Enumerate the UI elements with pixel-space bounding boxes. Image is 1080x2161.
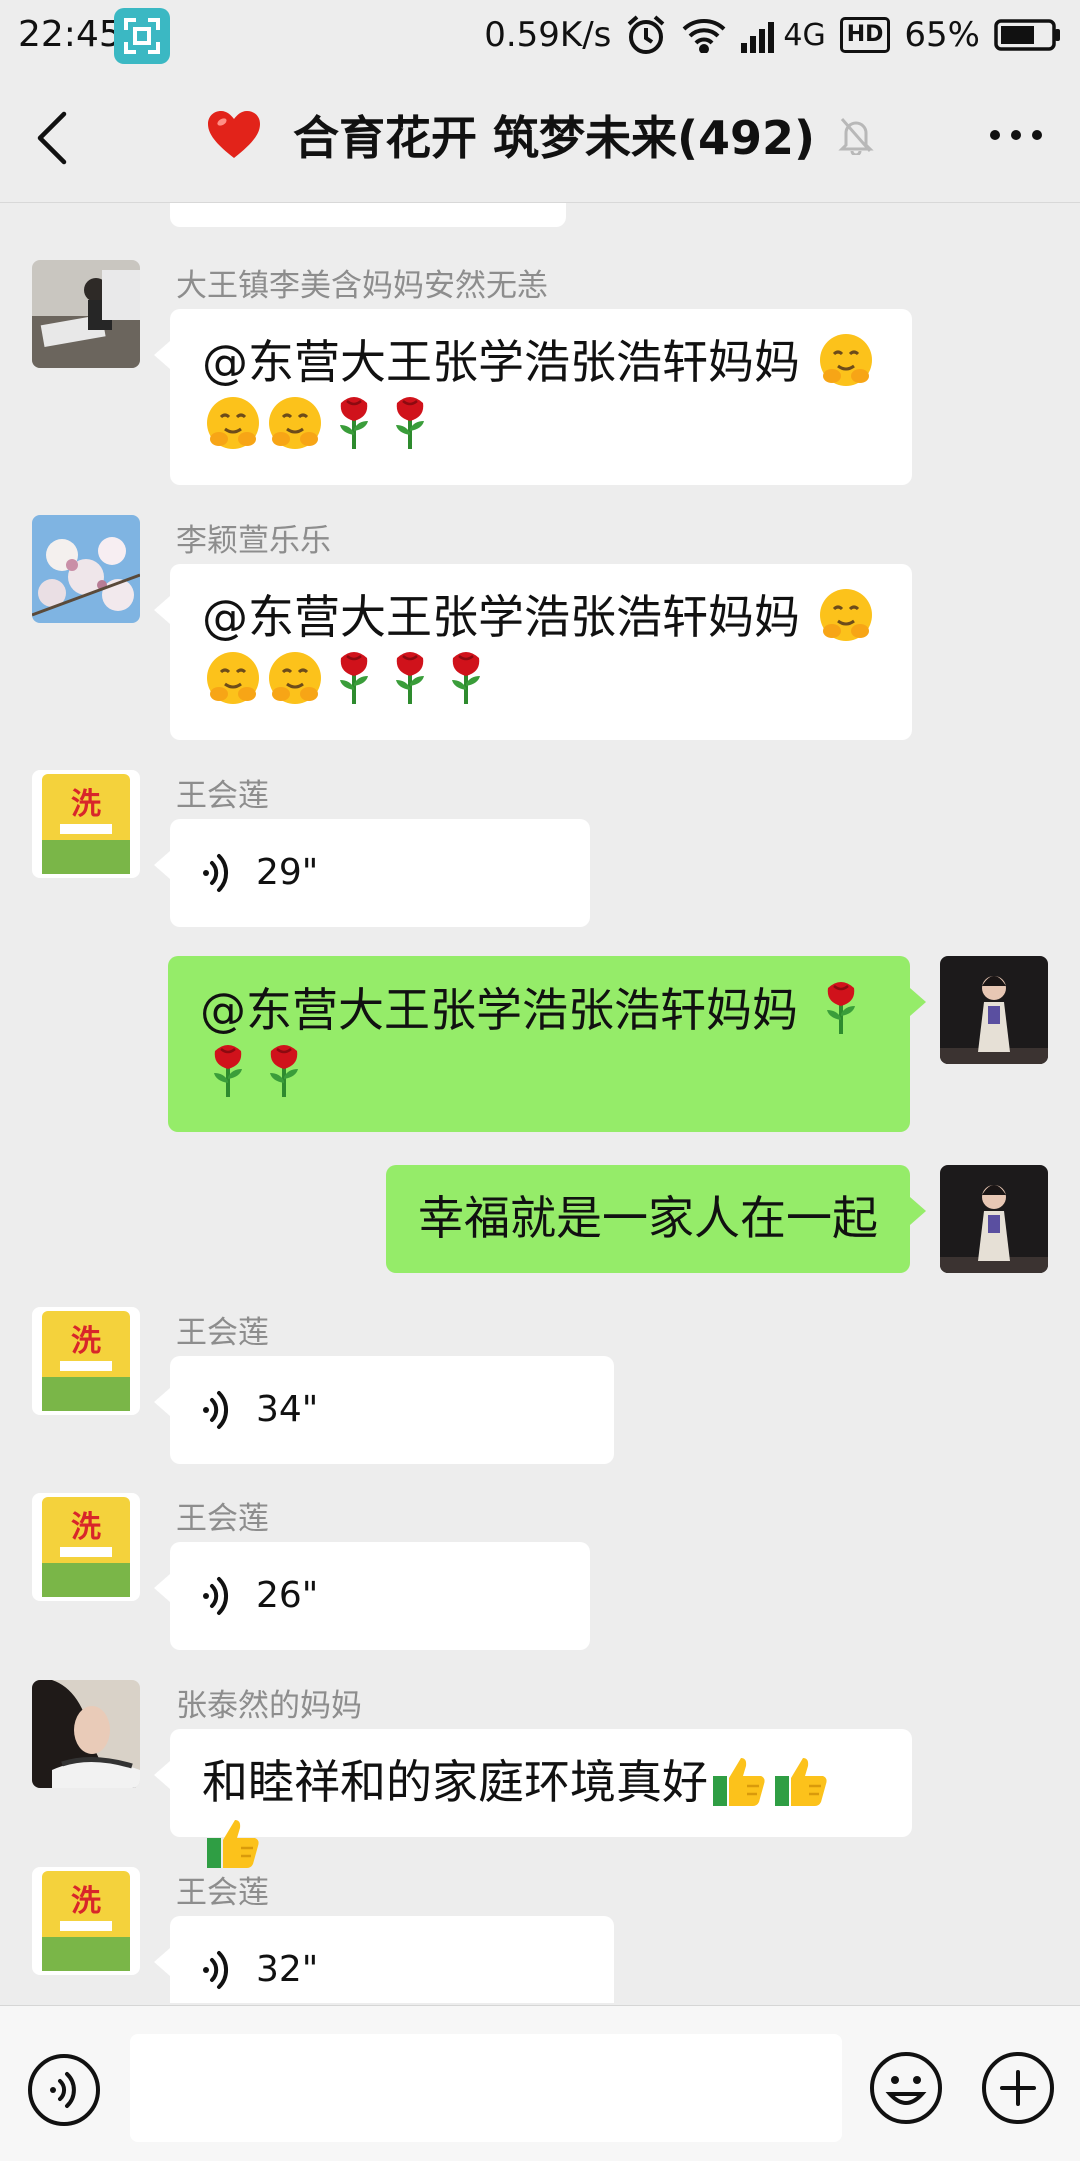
svg-text:洗: 洗 — [71, 1510, 101, 1545]
svg-text:洗: 洗 — [71, 1884, 101, 1919]
message-text: 幸福就是一家人在一起 — [418, 1191, 878, 1245]
emoji-icon[interactable] — [868, 2050, 944, 2126]
hd-badge: HD — [839, 17, 891, 53]
message-text: @东营大王张学浩张浩轩妈妈 — [202, 590, 815, 644]
more-options-icon[interactable] — [988, 120, 1044, 150]
plus-icon[interactable] — [980, 2050, 1056, 2126]
voice-message-bubble[interactable]: 34" — [154, 1356, 614, 1464]
sender-name: 王会莲 — [176, 1875, 269, 1911]
voice-duration: 32" — [256, 1949, 319, 1990]
sender-name: 大王镇李美含妈妈安然无恙 — [176, 268, 548, 304]
avatar[interactable]: 洗 — [32, 1307, 140, 1415]
voice-duration: 26" — [256, 1575, 319, 1616]
net-speed: 0.59K/s — [484, 15, 612, 55]
message-bubble[interactable]: 和睦祥和的家庭环境真好 — [154, 1729, 912, 1868]
voice-wave-icon — [203, 854, 229, 892]
my-avatar[interactable] — [940, 1165, 1048, 1273]
sender-name: 王会莲 — [176, 778, 269, 814]
hug-emoji-icon — [819, 334, 872, 386]
message-bubble[interactable]: @东营大王张学浩张浩轩妈妈 — [154, 564, 912, 740]
hug-emoji-icon — [269, 652, 321, 704]
hug-emoji-icon — [269, 397, 321, 449]
voice-wave-icon — [203, 1391, 229, 1429]
avatar[interactable]: 洗 — [32, 1493, 140, 1601]
input-bar — [0, 2005, 1080, 2161]
svg-text:洗: 洗 — [71, 787, 101, 822]
voice-message-bubble[interactable]: 32" — [154, 1916, 614, 2003]
rose-emoji-icon — [396, 397, 424, 449]
thumbs-up-emoji-icon — [713, 1758, 765, 1806]
message-bubble[interactable]: 幸福就是一家人在一起 — [386, 1165, 926, 1273]
svg-text:洗: 洗 — [71, 1324, 101, 1359]
voice-duration: 34" — [256, 1389, 319, 1430]
voice-duration: 29" — [256, 852, 319, 893]
chat-header: 合育花开 筑梦未来(492) — [0, 72, 1080, 203]
chat-title[interactable]: 合育花开 筑梦未来(492) — [293, 102, 815, 168]
heart-icon — [207, 111, 260, 158]
avatar[interactable] — [32, 1680, 140, 1788]
avatar[interactable] — [32, 260, 140, 368]
signal-icon — [741, 22, 775, 53]
avatar[interactable]: 洗 — [32, 1867, 140, 1975]
voice-message-bubble[interactable]: 26" — [154, 1542, 590, 1650]
message-list[interactable]: 大王镇李美含妈妈安然无恙 @东营大王张学浩张浩轩妈妈 李颖萱乐乐 @东营大王张学… — [0, 203, 1080, 2003]
alarm-icon — [628, 15, 665, 54]
voice-input-icon[interactable] — [26, 2052, 102, 2128]
network-type: 4G — [783, 17, 826, 53]
rose-emoji-icon — [340, 397, 368, 449]
scan-icon — [114, 8, 170, 64]
sender-name: 张泰然的妈妈 — [176, 1688, 362, 1724]
voice-message-bubble[interactable]: 29" — [154, 819, 590, 927]
rose-emoji-icon — [214, 1045, 242, 1097]
rose-emoji-icon — [826, 982, 855, 1034]
hug-emoji-icon — [207, 652, 259, 704]
message-input[interactable] — [130, 2034, 842, 2142]
status-time: 22:45 — [18, 14, 122, 55]
sender-name: 李颖萱乐乐 — [176, 523, 331, 559]
message-text: @东营大王张学浩张浩轩妈妈 — [200, 983, 813, 1037]
previous-message-bubble — [170, 203, 566, 227]
battery-icon — [994, 19, 1060, 51]
thumbs-up-emoji-icon — [775, 1758, 827, 1806]
message-text: @东营大王张学浩张浩轩妈妈 — [202, 335, 815, 389]
avatar[interactable] — [32, 515, 140, 623]
battery-percent: 65% — [904, 15, 980, 55]
message-text: 和睦祥和的家庭环境真好 — [202, 1755, 708, 1809]
rose-emoji-icon — [270, 1045, 298, 1097]
thumbs-up-emoji-icon — [207, 1820, 259, 1868]
voice-wave-icon — [203, 1577, 229, 1615]
my-avatar[interactable] — [940, 956, 1048, 1064]
mute-bell-icon — [838, 118, 874, 155]
wifi-icon — [683, 19, 726, 53]
rose-emoji-icon — [396, 652, 424, 704]
hug-emoji-icon — [819, 589, 872, 641]
hug-emoji-icon — [207, 397, 259, 449]
voice-wave-icon — [203, 1951, 229, 1989]
sender-name: 王会莲 — [176, 1501, 269, 1537]
sender-name: 王会莲 — [176, 1315, 269, 1351]
status-bar: 22:45 0.59K/s 4G HD 65% — [0, 0, 1080, 72]
rose-emoji-icon — [452, 652, 480, 704]
rose-emoji-icon — [340, 652, 368, 704]
message-bubble[interactable]: @东营大王张学浩张浩轩妈妈 — [168, 956, 926, 1132]
message-bubble[interactable]: @东营大王张学浩张浩轩妈妈 — [154, 309, 912, 485]
avatar[interactable]: 洗 — [32, 770, 140, 878]
